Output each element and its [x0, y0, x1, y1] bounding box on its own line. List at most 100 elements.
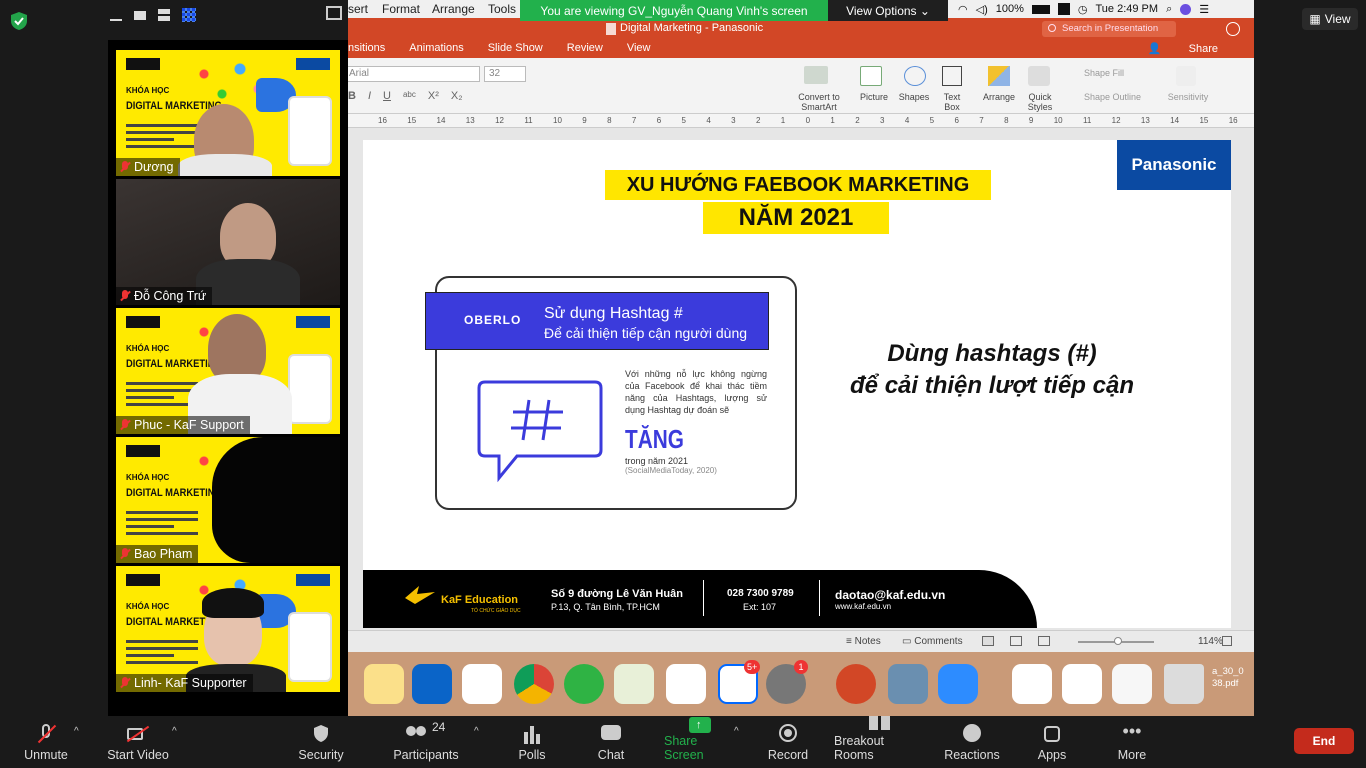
sorter-view-icon[interactable] — [1010, 636, 1022, 646]
view-options-button[interactable]: View Options ⌄ — [828, 0, 948, 21]
clock-icon[interactable]: ◷ — [1078, 3, 1088, 16]
search-box[interactable]: Search in Presentation — [1042, 21, 1176, 37]
control-center-icon[interactable]: ☰ — [1199, 3, 1209, 16]
outlook-icon[interactable] — [412, 664, 452, 704]
minimize-icon[interactable] — [110, 19, 122, 21]
tab-slide-show[interactable]: Slide Show — [476, 40, 555, 58]
participant-tile[interactable]: Đỗ Công Trứ — [116, 179, 340, 305]
video-options-chevron-icon[interactable]: ^ — [172, 726, 177, 737]
tab-animations[interactable]: Animations — [397, 40, 475, 58]
textbox-icon[interactable] — [942, 66, 962, 86]
preview-icon[interactable] — [888, 664, 928, 704]
maps-icon[interactable] — [614, 664, 654, 704]
zoom-slider-thumb[interactable] — [1114, 637, 1122, 645]
comments-button[interactable]: ▭ Comments — [902, 636, 963, 647]
share-options-chevron-icon[interactable]: ^ — [734, 726, 739, 737]
audio-options-chevron-icon[interactable]: ^ — [74, 726, 79, 737]
breakout-rooms-button[interactable]: Breakout Rooms — [834, 716, 926, 768]
unmute-button[interactable]: Unmute — [20, 716, 72, 768]
apps-button[interactable]: Apps — [1034, 716, 1070, 768]
security-shield-icon[interactable] — [8, 10, 30, 32]
polls-button[interactable]: Polls — [512, 716, 552, 768]
menu-item[interactable]: Tools — [488, 2, 516, 16]
reminders-icon[interactable] — [462, 664, 502, 704]
exit-fullscreen-icon[interactable] — [326, 6, 342, 20]
share-button[interactable]: 👤 Share — [1124, 40, 1254, 58]
spotlight-icon[interactable]: ⌕ — [1166, 3, 1172, 16]
fit-slide-icon[interactable] — [1222, 636, 1232, 646]
notes-button[interactable]: ≡ Notes — [846, 636, 881, 647]
panasonic-logo — [296, 316, 330, 328]
bold-button[interactable]: B — [348, 90, 356, 102]
clock-time[interactable]: Tue 2:49 PM — [1095, 3, 1158, 15]
convert-smartart-icon[interactable] — [804, 66, 828, 84]
coccoc-icon[interactable] — [564, 664, 604, 704]
shapes-icon[interactable] — [904, 66, 926, 86]
normal-view-icon[interactable] — [982, 636, 994, 646]
notes-app-icon[interactable] — [364, 664, 404, 704]
participants-chevron-icon[interactable]: ^ — [474, 726, 479, 737]
menu-item[interactable]: Arrange — [432, 2, 475, 16]
input-source-icon[interactable] — [1057, 3, 1070, 15]
smiley-icon[interactable] — [1226, 22, 1240, 36]
shape-outline-label[interactable]: Shape Outline — [1068, 92, 1158, 102]
superscript-button[interactable]: X² — [428, 90, 439, 102]
slide[interactable]: Panasonic XU HƯỚNG FAEBOOK MARKETING NĂM… — [363, 140, 1231, 628]
mic-off-icon — [120, 290, 130, 302]
participants-button[interactable]: 24 Participants — [392, 716, 460, 768]
tab-transitions[interactable]: nsitions — [348, 40, 397, 58]
volume-icon[interactable]: ◁) — [976, 3, 988, 16]
battery-icon[interactable] — [1031, 4, 1050, 14]
ruler-mark: 12 — [1111, 116, 1121, 125]
powerpoint-icon[interactable] — [836, 664, 876, 704]
start-video-button[interactable]: Start Video — [106, 716, 170, 768]
participant-tile[interactable]: KHÓA HỌC DIGITAL MARKETING Dương — [116, 50, 340, 176]
document-thumbnail[interactable] — [1012, 664, 1052, 704]
gallery-grid-icon[interactable] — [182, 8, 196, 22]
subscript-button[interactable]: X₂ — [451, 90, 463, 102]
picture-icon[interactable] — [860, 66, 882, 86]
sensitivity-icon[interactable] — [1176, 66, 1196, 86]
font-name-select[interactable]: Arial — [348, 66, 480, 82]
zoom-app-icon[interactable] — [938, 664, 978, 704]
chrome-icon[interactable] — [514, 664, 554, 704]
strike-button[interactable]: abc — [403, 90, 416, 102]
quick-styles-icon[interactable] — [1028, 66, 1050, 86]
reading-view-icon[interactable] — [1038, 636, 1050, 646]
tab-view[interactable]: View — [615, 40, 663, 58]
picture-label: Picture — [859, 92, 888, 102]
menu-item[interactable]: Format — [382, 2, 420, 16]
strip-icon[interactable] — [134, 10, 146, 20]
document-thumbnail[interactable] — [1062, 664, 1102, 704]
shape-fill-label[interactable]: Shape Fill — [1068, 68, 1148, 78]
dock-file-label[interactable]: a_30_0 38.pdf — [1212, 666, 1252, 690]
underline-button[interactable]: U — [383, 90, 391, 102]
siri-icon[interactable] — [1180, 3, 1192, 15]
more-button[interactable]: ••• More — [1112, 716, 1152, 768]
trash-icon[interactable] — [1164, 664, 1204, 704]
slide-title-2-text: NĂM 2021 — [738, 204, 854, 231]
speaker-layout-icon[interactable] — [158, 9, 170, 21]
ribbon-toolbar: Arial 32 B I U abc X² X₂ Convert to Smar… — [348, 58, 1254, 114]
document-thumbnail[interactable] — [1112, 664, 1152, 704]
security-button[interactable]: Security — [294, 716, 348, 768]
menu-item[interactable]: sert — [348, 2, 368, 16]
tab-review[interactable]: Review — [555, 40, 615, 58]
participant-tile[interactable]: KHÓA HỌC DIGITAL MARKETING Phuc - KaF Su… — [116, 308, 340, 434]
settings-badge: 1 — [794, 660, 808, 674]
arrange-icon[interactable] — [988, 66, 1010, 86]
italic-button[interactable]: I — [368, 90, 371, 102]
font-size-select[interactable]: 32 — [484, 66, 526, 82]
chat-button[interactable]: Chat — [592, 716, 630, 768]
wifi-icon[interactable]: ◠ — [958, 3, 968, 16]
end-meeting-button[interactable]: End — [1294, 728, 1354, 754]
reactions-button[interactable]: Reactions — [944, 716, 1000, 768]
participant-hair — [202, 588, 264, 618]
share-screen-button[interactable]: ↑ Share Screen — [664, 716, 736, 768]
participant-name: Dương — [134, 160, 174, 174]
record-button[interactable]: Record — [766, 716, 810, 768]
participant-tile[interactable]: KHÓA HỌC DIGITAL MARKETING Bao Pham — [116, 437, 340, 563]
onedrive-icon[interactable] — [666, 664, 706, 704]
view-button[interactable]: ▦ View — [1302, 8, 1358, 30]
participant-tile[interactable]: KHÓA HỌC DIGITAL MARKETING Linh- KaF Sup… — [116, 566, 340, 692]
